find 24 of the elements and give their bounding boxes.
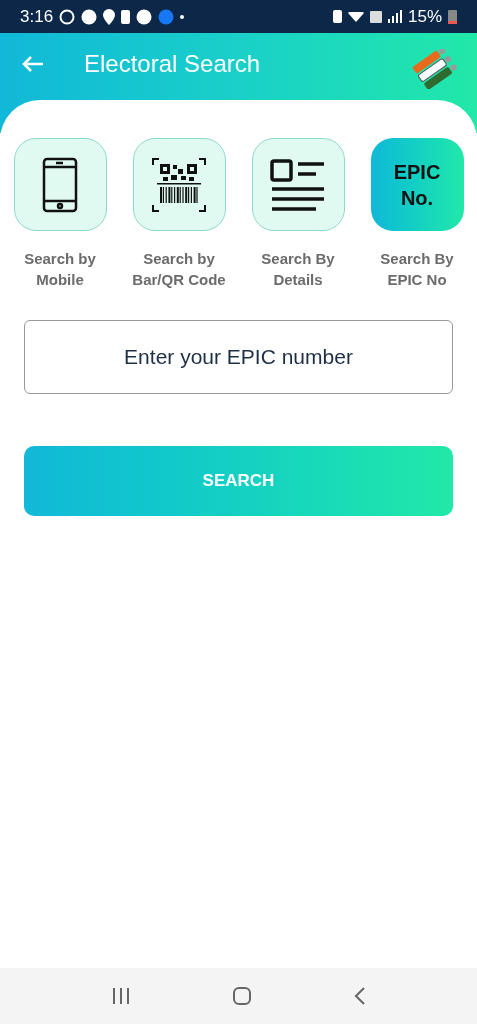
battery-percentage: 15% [407, 5, 442, 28]
back-icon[interactable] [354, 986, 367, 1006]
search-option-tile[interactable]: EPIC No. [370, 138, 464, 231]
search-option-tile[interactable] [251, 138, 345, 231]
option-label: Search by Bar/QR Code [131, 249, 227, 290]
epic-number-field[interactable]: Enter your EPIC number [24, 320, 453, 394]
phone-icon [42, 156, 78, 213]
voting-machine-icon [411, 49, 457, 89]
search-option-tile[interactable] [132, 138, 226, 231]
option-label: Search by Mobile [23, 249, 97, 290]
back-arrow-icon [22, 55, 44, 73]
signal-icon [387, 10, 402, 23]
home-icon[interactable] [232, 986, 253, 1006]
qr-barcode-icon [151, 156, 207, 213]
location-pin-icon [103, 8, 116, 25]
status-time: 3:16 [20, 5, 54, 28]
recent-apps-icon[interactable] [110, 987, 131, 1005]
page-title: Electoral Search [84, 49, 261, 79]
search-option-tile[interactable] [13, 138, 107, 231]
wifi-icon [347, 11, 364, 22]
option-label: Search By Details [260, 249, 336, 290]
epic-tile-text: EPIC No. [392, 159, 442, 211]
option-label: Search By EPIC No [379, 249, 455, 290]
battery-icon [448, 9, 457, 24]
